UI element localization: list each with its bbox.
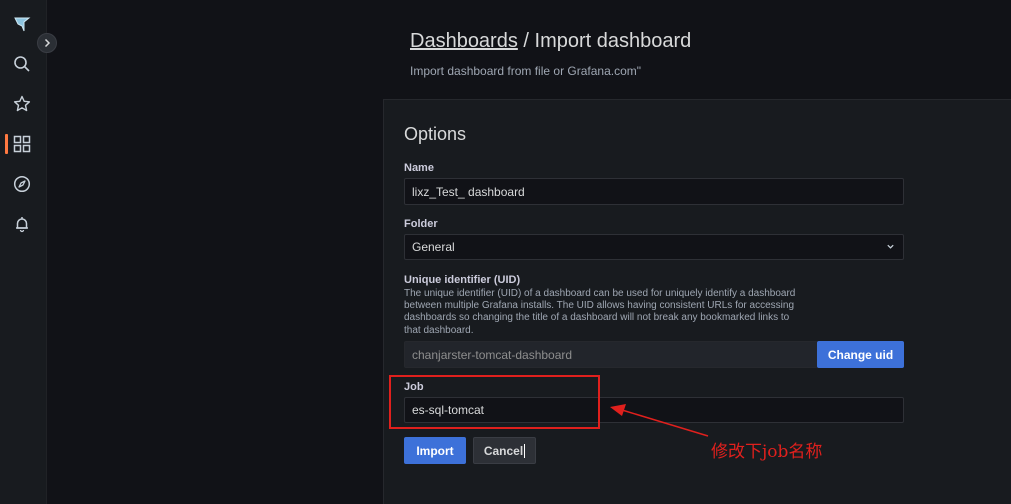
bell-alerting-icon[interactable]: [10, 212, 34, 236]
dashboards-grid-icon[interactable]: [10, 132, 34, 156]
page-title-text: Import dashboard: [534, 30, 692, 52]
uid-input-value: chanjarster-tomcat-dashboard: [412, 347, 573, 362]
cancel-button[interactable]: Cancel: [473, 437, 536, 464]
chevron-down-icon: [886, 240, 895, 254]
page-subtitle: Import dashboard from file or Grafana.co…: [410, 64, 642, 78]
text-cursor: [524, 443, 526, 458]
folder-select[interactable]: General: [404, 234, 904, 260]
name-field-label: Name: [404, 162, 434, 174]
page-title: Dashboards / Import dashboard: [410, 30, 691, 53]
uid-field-label: Unique identifier (UID): [404, 274, 521, 286]
grafana-logo-icon[interactable]: [10, 12, 34, 36]
star-icon[interactable]: [10, 92, 34, 116]
uid-description: The unique identifier (UID) of a dashboa…: [404, 288, 796, 336]
import-button[interactable]: Import: [404, 437, 466, 464]
annotation-note: 修改下job名称: [711, 442, 823, 462]
chevron-right-icon: [44, 38, 51, 48]
breadcrumb-separator: /: [517, 30, 535, 52]
sidebar-nav: [0, 0, 47, 504]
uid-input: chanjarster-tomcat-dashboard: [404, 341, 818, 368]
folder-select-value: General: [412, 240, 455, 254]
name-input-value: lixz_Test_ dashboard: [412, 184, 525, 199]
expand-sidebar-button[interactable]: [37, 33, 57, 53]
breadcrumb-dashboards-link[interactable]: Dashboards: [410, 30, 518, 52]
options-section-title: Options: [404, 124, 467, 144]
search-icon[interactable]: [10, 52, 34, 76]
change-uid-button[interactable]: Change uid: [817, 341, 904, 368]
cancel-button-label: Cancel: [483, 443, 524, 458]
folder-field-label: Folder: [404, 218, 438, 230]
annotation-highlight-box: [389, 375, 600, 429]
active-nav-indicator: [5, 134, 8, 154]
annotation-arrow-icon: [610, 404, 709, 437]
name-input[interactable]: lixz_Test_ dashboard: [404, 178, 904, 205]
compass-explore-icon[interactable]: [10, 172, 34, 196]
